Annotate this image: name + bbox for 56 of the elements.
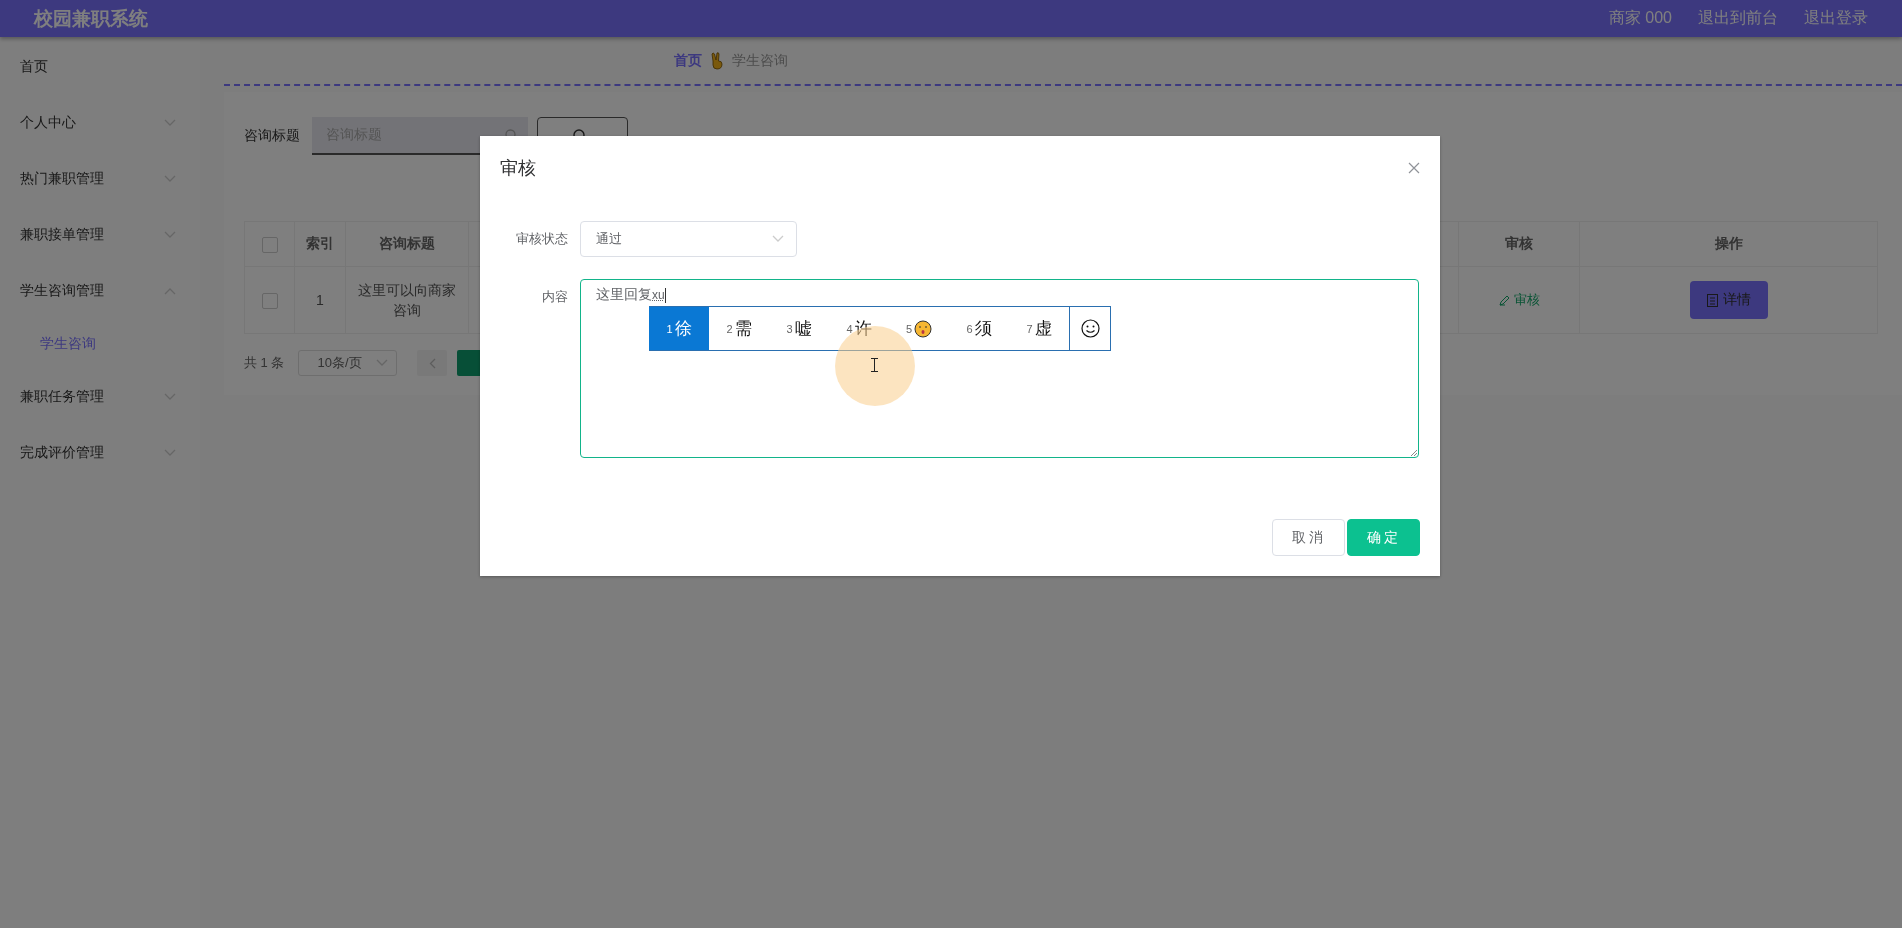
breadcrumb-link[interactable]: 首页 [674, 51, 702, 70]
ime-candidate[interactable]: 3 嘘 [769, 307, 829, 350]
page-size-select[interactable]: 10条/页 [298, 350, 398, 376]
chevron-icon [164, 393, 176, 401]
user-label: 商家 000 [1608, 8, 1672, 28]
sidebar-item[interactable]: 兼职接单管理 [0, 207, 200, 263]
ime-candidate[interactable]: 4许 [829, 307, 889, 350]
sidebar-subitem[interactable]: 学生咨询 [0, 319, 200, 369]
text-cursor-icon [871, 358, 878, 372]
table-cell: 1 [294, 266, 346, 334]
cancel-button[interactable]: 取消 [1272, 519, 1345, 556]
chevron-icon [164, 449, 176, 457]
review-link[interactable]: 审核 [1498, 291, 1540, 309]
shushing-face-icon [914, 319, 933, 338]
sidebar-item[interactable]: 热门兼职管理 [0, 151, 200, 207]
checkbox[interactable] [261, 236, 278, 253]
status-select[interactable]: 通过 [580, 221, 797, 257]
hand-icon [710, 51, 724, 70]
field-label: 内容 [541, 288, 569, 306]
checkbox[interactable] [261, 292, 278, 309]
chevron-left-icon [428, 357, 436, 369]
sidebar-item[interactable]: 完成评价管理 [0, 425, 200, 481]
ime-candidate[interactable]: 5 [889, 307, 949, 350]
sidebar-item[interactable]: 首页 [0, 39, 200, 95]
chevron-icon [164, 287, 176, 295]
document-icon [1706, 293, 1718, 307]
header-link[interactable]: 退出登录 [1804, 8, 1868, 29]
app-title: 校园兼职系统 [34, 6, 148, 31]
ime-candidate[interactable]: 1 徐 [649, 307, 709, 350]
ime-candidate[interactable]: 7 虚 [1009, 307, 1069, 350]
header-link[interactable]: 退出到前台 [1698, 8, 1778, 29]
column-header: 索引 [294, 221, 346, 267]
confirm-button[interactable]: 确定 [1347, 519, 1420, 556]
column-header: 操作 [1579, 221, 1878, 267]
close-icon[interactable] [1408, 162, 1420, 174]
table-cell: 这里可以向商家咨询 [345, 266, 469, 334]
smiley-icon[interactable] [1080, 319, 1100, 338]
chevron-icon [164, 175, 176, 183]
field-label: 审核状态 [515, 230, 569, 248]
sidebar-item[interactable]: 个人中心 [0, 95, 200, 151]
total-count: 共 1 条 [244, 354, 285, 372]
ime-candidate[interactable]: 2 需 [709, 307, 769, 350]
sidebar-item[interactable]: 学生咨询管理 [0, 263, 200, 319]
chevron-icon [376, 359, 389, 367]
ime-candidate[interactable]: 6 须 [949, 307, 1009, 350]
search-icon [572, 129, 587, 137]
sidebar-item[interactable]: 兼职任务管理 [0, 369, 200, 425]
pencil-icon [1498, 294, 1510, 306]
column-header: 审核 [1458, 221, 1580, 267]
chevron-icon [772, 235, 784, 243]
chevron-icon [164, 119, 176, 127]
search-label: 咨询标题 [244, 127, 301, 145]
column-header: 咨询标题 [345, 221, 469, 267]
chevron-icon [164, 231, 176, 239]
dialog-title: 审核 [500, 157, 536, 180]
resize-handle-icon[interactable] [1410, 449, 1418, 457]
